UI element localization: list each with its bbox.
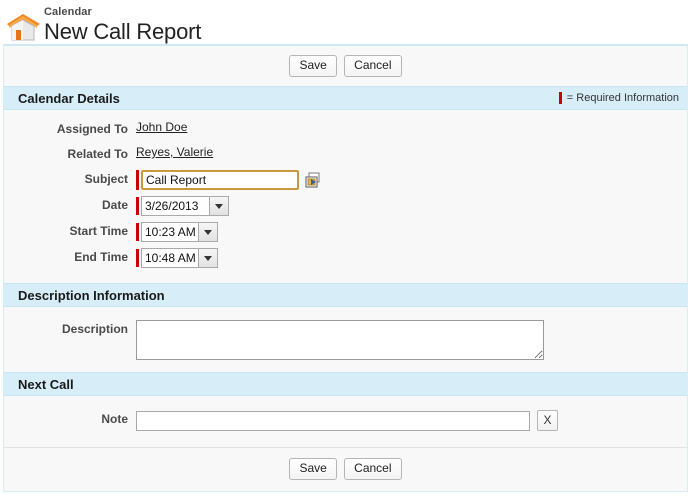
note-clear-button[interactable]: X — [537, 410, 558, 431]
field-label-assigned-to: Assigned To — [56, 122, 128, 136]
required-legend-text: = Required Information — [566, 92, 679, 104]
required-marker-icon — [558, 92, 562, 104]
field-value-date — [136, 195, 229, 216]
section-body-calendar-details: Assigned To John Doe Related To Reyes, V… — [4, 110, 687, 283]
field-value-subject — [136, 169, 321, 190]
cancel-button-bottom[interactable]: Cancel — [344, 458, 402, 480]
save-button-top[interactable]: Save — [289, 55, 337, 77]
header-titles: Calendar New Call Report — [44, 7, 201, 44]
end-time-input[interactable] — [141, 248, 198, 268]
required-marker-end-time-icon — [136, 249, 139, 267]
field-row-related-to: Related To Reyes, Valerie — [4, 144, 687, 164]
call-report-form-panel: Save Cancel Calendar Details = Required … — [3, 44, 688, 492]
field-row-date: Date — [4, 195, 687, 216]
date-combo[interactable] — [141, 196, 229, 216]
save-button-bottom[interactable]: Save — [289, 458, 337, 480]
field-value-description — [136, 319, 544, 360]
section-header-calendar-details: Calendar Details = Required Information — [4, 86, 687, 110]
home-icon — [6, 11, 42, 45]
section-title-description-information: Description Information — [18, 287, 165, 303]
field-label-start-time: Start Time — [69, 224, 128, 238]
field-row-description: Description — [4, 319, 687, 360]
cancel-button-top[interactable]: Cancel — [344, 55, 402, 77]
field-value-start-time — [136, 221, 218, 242]
note-input[interactable] — [136, 410, 530, 431]
section-title-calendar-details: Calendar Details — [18, 90, 120, 106]
required-marker-subject-icon — [136, 170, 139, 190]
assigned-to-link[interactable]: John Doe — [136, 120, 187, 134]
field-row-start-time: Start Time — [4, 221, 687, 242]
section-body-next-call: Note X — [4, 396, 687, 447]
field-label-description: Description — [61, 322, 128, 336]
field-label-date: Date — [101, 198, 128, 212]
section-title-next-call: Next Call — [18, 376, 74, 392]
end-time-chevron-down-icon[interactable] — [198, 248, 218, 268]
section-body-description-information: Description — [4, 307, 687, 372]
related-to-link[interactable]: Reyes, Valerie — [136, 145, 213, 159]
top-button-bar: Save Cancel — [4, 46, 687, 86]
field-value-related-to: Reyes, Valerie — [136, 144, 213, 159]
date-input[interactable] — [141, 196, 209, 216]
field-value-end-time — [136, 247, 218, 268]
page-header: Calendar New Call Report — [0, 0, 691, 44]
field-value-note: X — [136, 409, 558, 431]
section-header-next-call: Next Call — [4, 372, 687, 396]
end-time-combo[interactable] — [141, 248, 218, 268]
field-label-end-time: End Time — [74, 250, 128, 264]
section-header-description-information: Description Information — [4, 283, 687, 307]
required-marker-start-time-icon — [136, 223, 139, 241]
description-textarea[interactable] — [136, 320, 544, 360]
field-label-subject: Subject — [84, 172, 128, 186]
breadcrumb[interactable]: Calendar — [44, 7, 201, 18]
field-row-subject: Subject — [4, 169, 687, 190]
field-row-assigned-to: Assigned To John Doe — [4, 119, 687, 139]
required-marker-date-icon — [136, 197, 139, 215]
subject-lookup-picker-icon[interactable] — [305, 172, 321, 188]
start-time-combo[interactable] — [141, 222, 218, 242]
page-title: New Call Report — [44, 19, 202, 44]
date-chevron-down-icon[interactable] — [209, 196, 229, 216]
field-row-note: Note X — [4, 409, 687, 431]
field-row-end-time: End Time — [4, 247, 687, 268]
field-value-assigned-to: John Doe — [136, 119, 187, 134]
start-time-chevron-down-icon[interactable] — [198, 222, 218, 242]
field-label-related-to: Related To — [67, 147, 128, 161]
field-label-note: Note — [101, 412, 128, 426]
required-information-legend: = Required Information — [558, 92, 679, 104]
subject-input[interactable] — [141, 170, 299, 190]
start-time-input[interactable] — [141, 222, 198, 242]
bottom-button-bar: Save Cancel — [4, 447, 687, 491]
